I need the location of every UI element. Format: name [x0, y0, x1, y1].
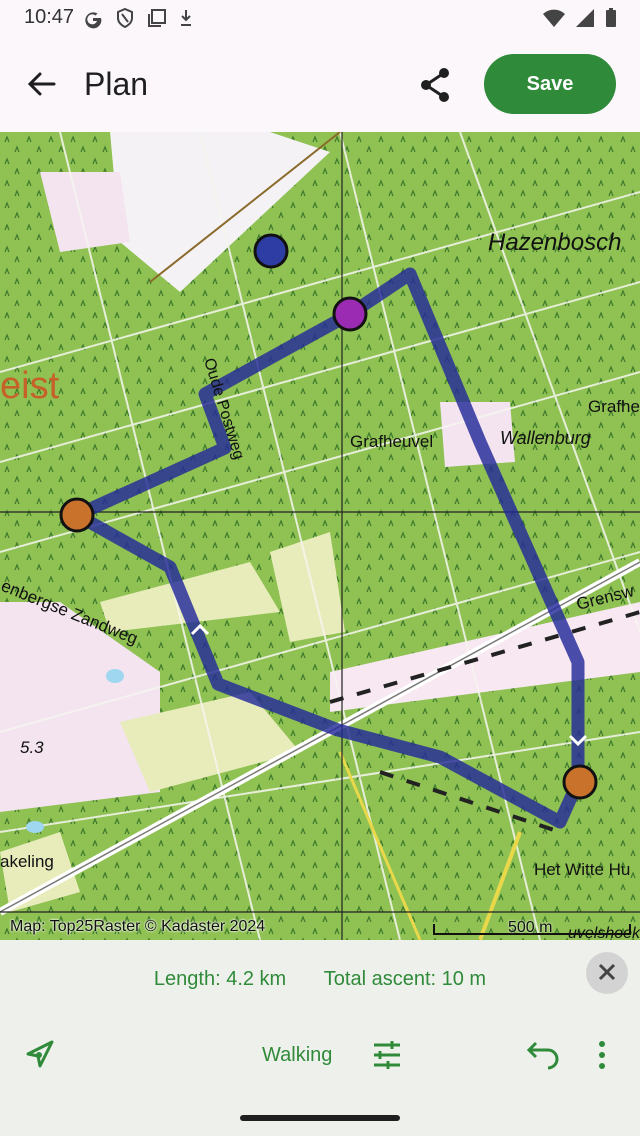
share-icon[interactable]: [414, 64, 456, 106]
save-button[interactable]: Save: [484, 54, 616, 114]
status-bar: 10:47: [0, 0, 640, 36]
map-label: Wallenburg: [500, 428, 591, 448]
back-arrow-icon[interactable]: [22, 64, 62, 104]
scale-label: 500 m: [508, 919, 553, 936]
tune-icon[interactable]: [370, 1038, 404, 1072]
home-indicator[interactable]: [240, 1115, 400, 1121]
map-label: 5.3: [20, 738, 44, 757]
undo-icon[interactable]: [524, 1038, 562, 1072]
signal-icon: [576, 9, 594, 27]
route-panel: Length: 4.2 km Total ascent: 10 m Walkin…: [0, 940, 640, 1136]
close-button[interactable]: [586, 952, 628, 994]
map-label: Hazenbosch: [488, 229, 621, 256]
route-ascent: Total ascent: 10 m: [323, 968, 487, 990]
map-attribution: Map: Top25Raster © Kadaster 2024: [10, 918, 266, 935]
map-view[interactable]: Hazenbosch Grafheuvel Wallenburg Grafhe …: [0, 132, 640, 940]
map-label: Grafhe: [588, 397, 640, 416]
copy-icon: [148, 9, 166, 27]
map-label: Grafheuvel: [350, 432, 433, 451]
route-length: Length: 4.2 km: [153, 968, 287, 990]
download-icon: [181, 10, 191, 26]
shield-icon: [117, 7, 133, 29]
map-label: akeling: [0, 852, 54, 871]
route-stats: Length: 4.2 km Total ascent: 10 m: [0, 968, 640, 991]
close-icon: [598, 963, 616, 980]
route-mode-icon[interactable]: [22, 1036, 58, 1072]
travel-mode-label[interactable]: Walking: [262, 1044, 332, 1067]
notification-icons: [82, 7, 194, 29]
status-time: 10:47: [24, 6, 75, 28]
system-icons: [542, 7, 618, 29]
app-bar: Plan Save: [0, 36, 640, 132]
wifi-icon: [543, 9, 565, 27]
topographic-map[interactable]: Hazenbosch Grafheuvel Wallenburg Grafhe …: [0, 132, 640, 940]
google-icon: [85, 12, 102, 29]
waypoint-marker[interactable]: [253, 233, 289, 269]
more-vert-icon[interactable]: [592, 1038, 612, 1072]
map-label: Het Witte Hu: [534, 860, 630, 879]
battery-icon: [606, 8, 616, 27]
waypoint-marker[interactable]: [59, 497, 95, 533]
page-title: Plan: [84, 66, 149, 102]
waypoint-marker[interactable]: [562, 764, 598, 800]
waypoint-marker[interactable]: [332, 296, 368, 332]
map-label: eist: [0, 365, 60, 407]
